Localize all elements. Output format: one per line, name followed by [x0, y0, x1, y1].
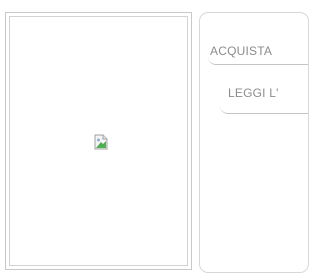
broken-image-icon [93, 134, 109, 150]
buy-button[interactable]: ACQUISTA [208, 41, 308, 65]
actions-panel: ACQUISTA LEGGI L' [199, 12, 309, 273]
cover-image-frame[interactable] [5, 12, 192, 270]
product-preview: ACQUISTA LEGGI L' [0, 0, 309, 275]
read-excerpt-button[interactable]: LEGGI L' [220, 84, 308, 114]
